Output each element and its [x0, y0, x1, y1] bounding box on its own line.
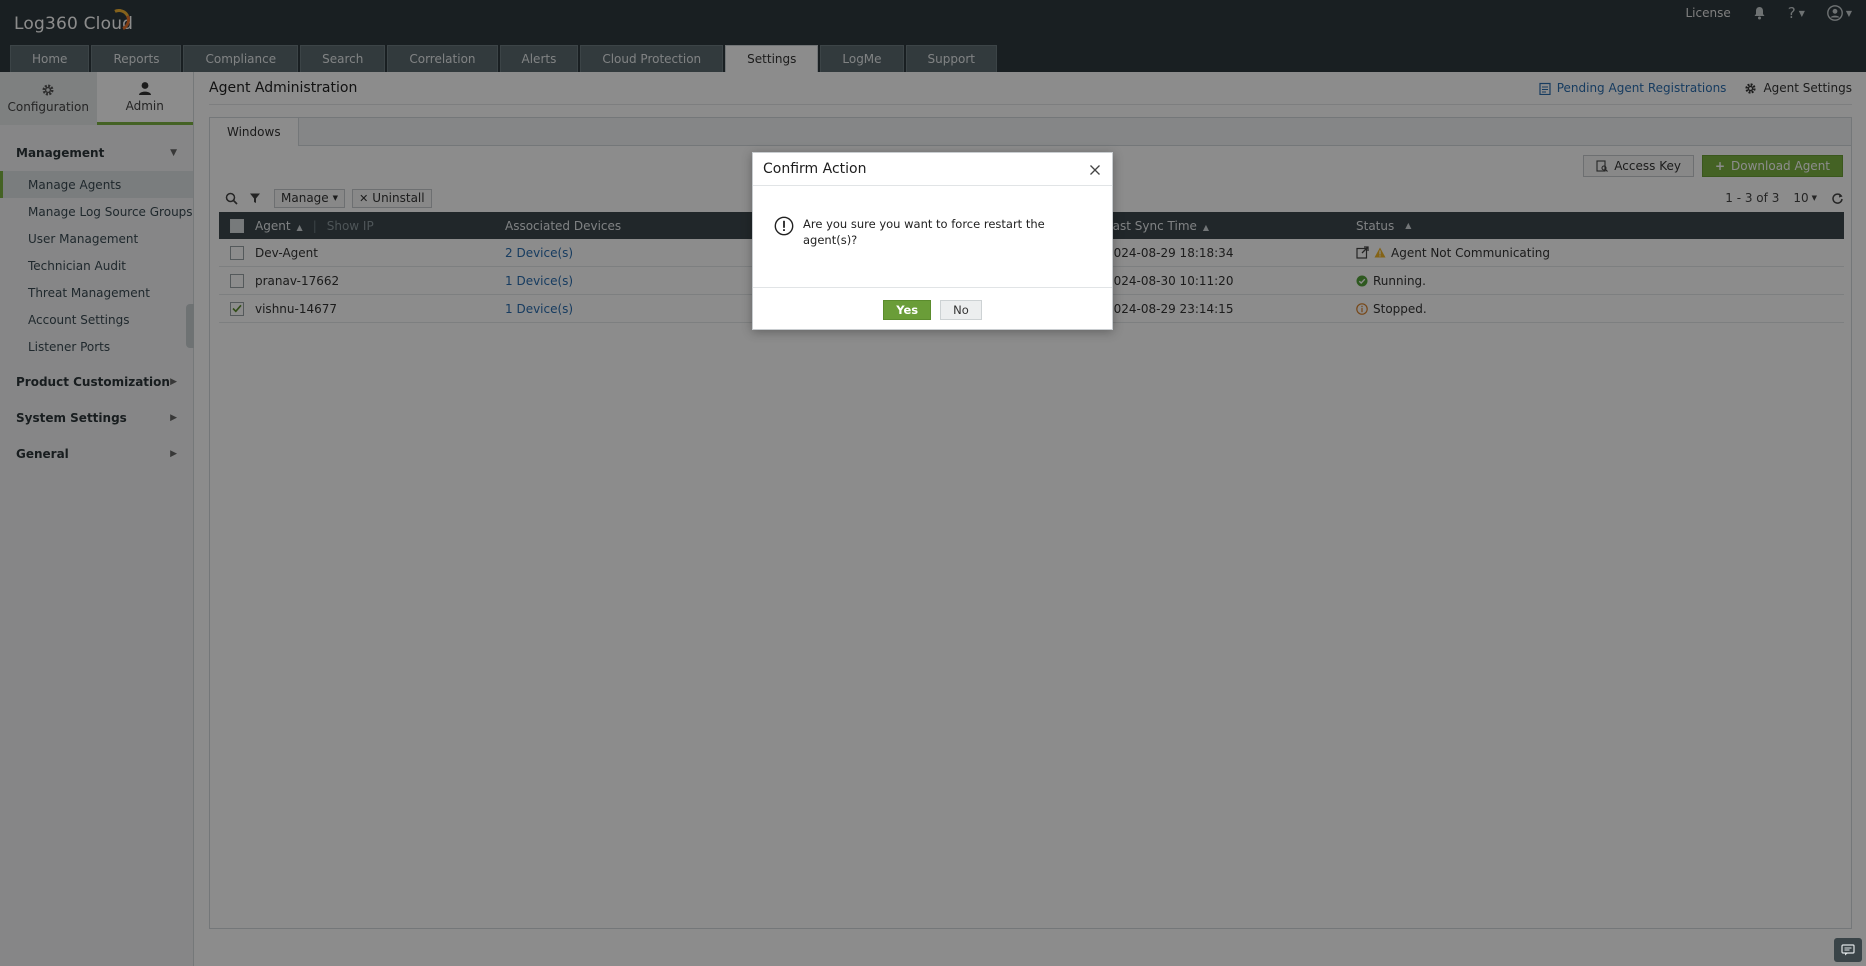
dialog-body: Are you sure you want to force restart t…: [774, 216, 1053, 248]
modal-backdrop[interactable]: [0, 0, 1866, 966]
dialog-message: Are you sure you want to force restart t…: [803, 217, 1045, 247]
chat-button[interactable]: [1834, 938, 1862, 962]
chat-icon: [1841, 944, 1855, 956]
dialog-footer: Yes No: [753, 287, 1112, 331]
dialog-title: Confirm Action: [753, 153, 1112, 186]
exclamation-circle-icon: [774, 216, 794, 236]
no-button[interactable]: No: [940, 299, 982, 320]
yes-button[interactable]: Yes: [883, 299, 932, 320]
close-icon[interactable]: [1089, 164, 1101, 176]
confirm-action-dialog: Confirm Action Are you sure you want to …: [752, 152, 1113, 330]
